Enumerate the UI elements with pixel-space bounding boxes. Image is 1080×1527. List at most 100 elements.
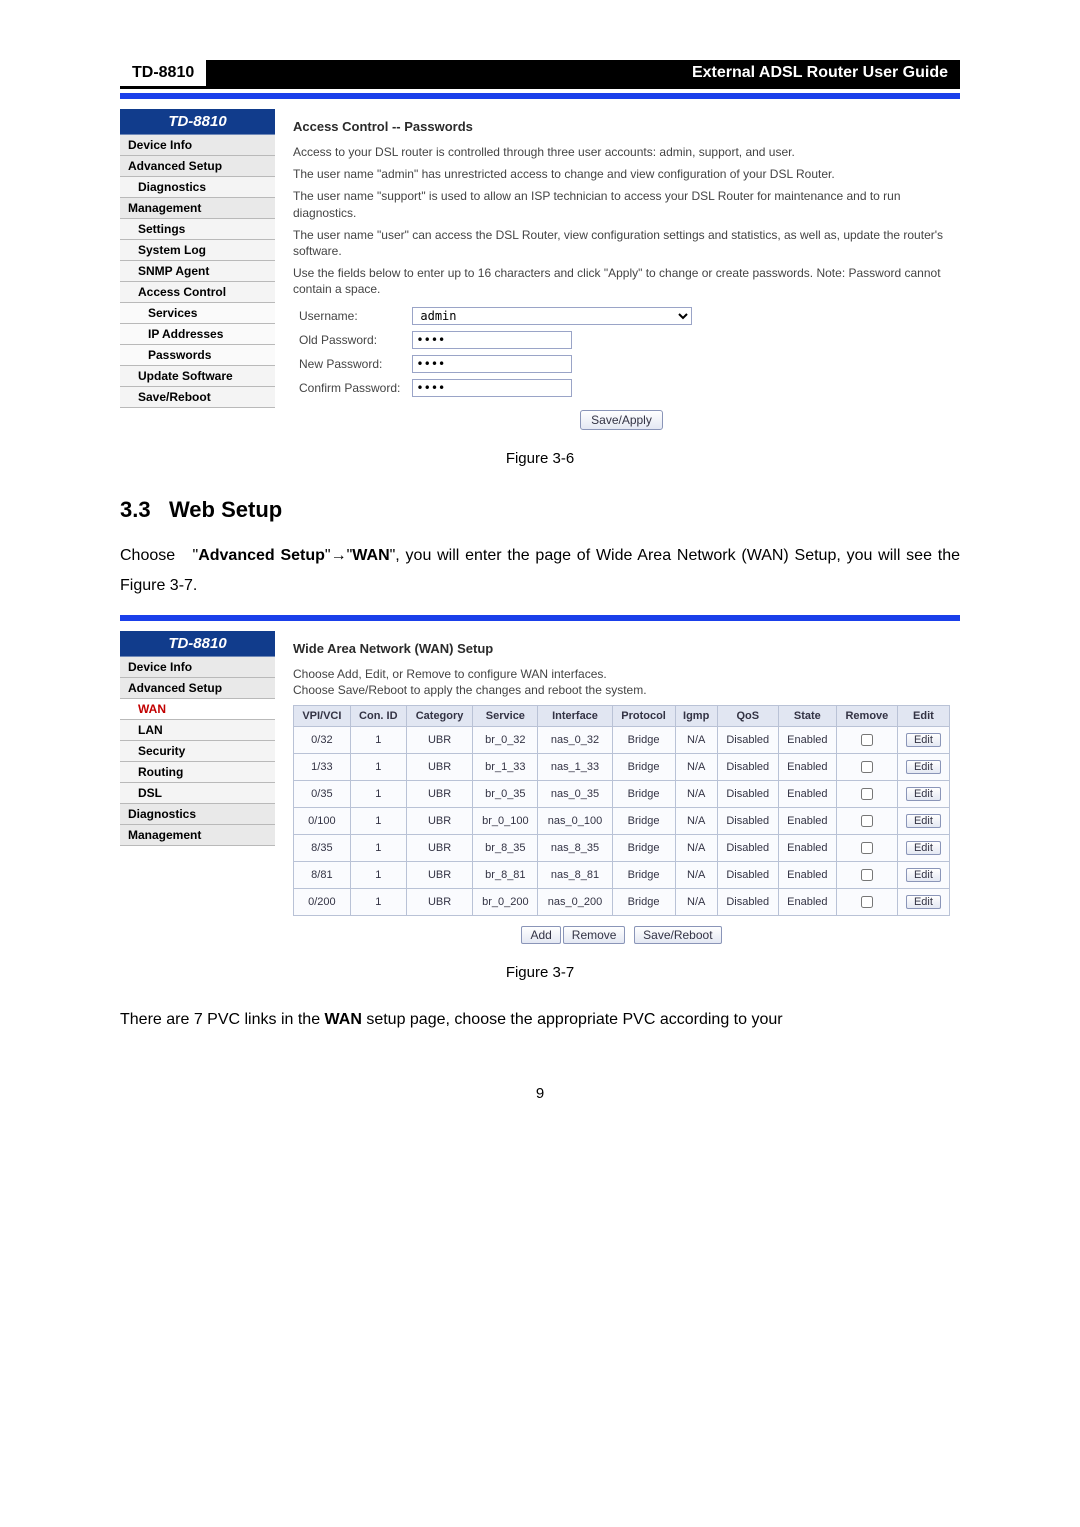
label-new-password: New Password: xyxy=(293,352,406,376)
router-sidebar: TD-8810 Device Info Advanced Setup Diagn… xyxy=(120,109,275,442)
add-button[interactable]: Add xyxy=(521,926,560,944)
table-cell: N/A xyxy=(675,888,717,915)
table-cell: N/A xyxy=(675,834,717,861)
remove-cell xyxy=(836,753,897,780)
remove-checkbox[interactable] xyxy=(861,815,873,827)
table-cell: nas_1_33 xyxy=(538,753,612,780)
table-cell: Disabled xyxy=(717,726,778,753)
table-cell: br_0_200 xyxy=(473,888,538,915)
sidebar2-lan[interactable]: LAN xyxy=(120,720,275,741)
table-cell: 0/32 xyxy=(294,726,351,753)
table-cell: Enabled xyxy=(778,807,836,834)
table-cell: Enabled xyxy=(778,888,836,915)
edit-button[interactable]: Edit xyxy=(906,733,941,747)
table-cell: N/A xyxy=(675,780,717,807)
wan-text-1: Choose Add, Edit, or Remove to configure… xyxy=(293,666,950,682)
wan-col-header: VPI/VCI xyxy=(294,705,351,726)
remove-checkbox[interactable] xyxy=(861,734,873,746)
table-cell: Enabled xyxy=(778,753,836,780)
remove-checkbox[interactable] xyxy=(861,842,873,854)
username-select[interactable]: admin xyxy=(412,307,692,325)
figure-3-7: TD-8810 Device Info Advanced Setup WAN L… xyxy=(120,631,960,955)
old-password-input[interactable] xyxy=(412,331,572,349)
edit-button[interactable]: Edit xyxy=(906,760,941,774)
edit-button[interactable]: Edit xyxy=(906,868,941,882)
save-apply-button[interactable]: Save/Apply xyxy=(580,410,663,430)
wan-col-header: QoS xyxy=(717,705,778,726)
sidebar2-routing[interactable]: Routing xyxy=(120,762,275,783)
table-cell: 1 xyxy=(350,807,406,834)
passwords-panel: Access Control -- Passwords Access to yo… xyxy=(275,109,960,442)
table-cell: Disabled xyxy=(717,834,778,861)
wan-col-header: Service xyxy=(473,705,538,726)
remove-checkbox[interactable] xyxy=(861,761,873,773)
sidebar2-dsl[interactable]: DSL xyxy=(120,783,275,804)
edit-cell: Edit xyxy=(897,753,949,780)
section-number: 3.3 xyxy=(120,497,151,522)
table-cell: Bridge xyxy=(612,780,675,807)
sidebar2-advanced-setup[interactable]: Advanced Setup xyxy=(120,678,275,699)
edit-button[interactable]: Edit xyxy=(906,895,941,909)
wan-panel: Wide Area Network (WAN) Setup Choose Add… xyxy=(275,631,960,955)
sidebar-item-ip-addresses[interactable]: IP Addresses xyxy=(120,324,275,345)
sidebar2-device-info[interactable]: Device Info xyxy=(120,657,275,678)
sidebar-item-access-control[interactable]: Access Control xyxy=(120,282,275,303)
remove-checkbox[interactable] xyxy=(861,869,873,881)
wan-col-header: Category xyxy=(406,705,472,726)
page-header: TD-8810 External ADSL Router User Guide xyxy=(120,60,960,89)
sidebar-item-save-reboot[interactable]: Save/Reboot xyxy=(120,387,275,408)
table-row: 0/321UBRbr_0_32nas_0_32BridgeN/ADisabled… xyxy=(294,726,950,753)
body-paragraph-2: There are 7 PVC links in the WAN setup p… xyxy=(120,1005,960,1035)
sidebar-item-passwords[interactable]: Passwords xyxy=(120,345,275,366)
confirm-password-input[interactable] xyxy=(412,379,572,397)
remove-checkbox[interactable] xyxy=(861,788,873,800)
table-row: 0/351UBRbr_0_35nas_0_35BridgeN/ADisabled… xyxy=(294,780,950,807)
wan-table: VPI/VCICon. IDCategoryServiceInterfacePr… xyxy=(293,705,950,916)
sidebar-item-advanced-setup[interactable]: Advanced Setup xyxy=(120,156,275,177)
edit-button[interactable]: Edit xyxy=(906,841,941,855)
table-row: 1/331UBRbr_1_33nas_1_33BridgeN/ADisabled… xyxy=(294,753,950,780)
sidebar2-security[interactable]: Security xyxy=(120,741,275,762)
sidebar-item-device-info[interactable]: Device Info xyxy=(120,135,275,156)
page-number: 9 xyxy=(120,1085,960,1102)
panel-text-4: The user name "user" can access the DSL … xyxy=(293,227,950,259)
sidebar-item-snmp-agent[interactable]: SNMP Agent xyxy=(120,261,275,282)
sidebar-item-services[interactable]: Services xyxy=(120,303,275,324)
table-cell: UBR xyxy=(406,726,472,753)
table-cell: Bridge xyxy=(612,753,675,780)
figure-3-6-caption: Figure 3-6 xyxy=(120,450,960,467)
remove-checkbox[interactable] xyxy=(861,896,873,908)
edit-button[interactable]: Edit xyxy=(906,787,941,801)
label-confirm-password: Confirm Password: xyxy=(293,376,406,400)
new-password-input[interactable] xyxy=(412,355,572,373)
label-old-password: Old Password: xyxy=(293,328,406,352)
sidebar-item-update-software[interactable]: Update Software xyxy=(120,366,275,387)
sidebar-item-management[interactable]: Management xyxy=(120,198,275,219)
remove-button[interactable]: Remove xyxy=(563,926,626,944)
save-reboot-button[interactable]: Save/Reboot xyxy=(634,926,721,944)
table-cell: 1 xyxy=(350,888,406,915)
table-cell: UBR xyxy=(406,834,472,861)
table-cell: Bridge xyxy=(612,861,675,888)
sidebar-item-diagnostics[interactable]: Diagnostics xyxy=(120,177,275,198)
password-form: Username: admin Old Password: New Passwo… xyxy=(293,304,698,400)
table-cell: Enabled xyxy=(778,726,836,753)
table-cell: UBR xyxy=(406,888,472,915)
table-cell: nas_0_200 xyxy=(538,888,612,915)
table-cell: 0/35 xyxy=(294,780,351,807)
table-cell: Bridge xyxy=(612,726,675,753)
sidebar2-diagnostics[interactable]: Diagnostics xyxy=(120,804,275,825)
remove-cell xyxy=(836,726,897,753)
table-cell: N/A xyxy=(675,726,717,753)
remove-cell xyxy=(836,780,897,807)
sidebar2-wan[interactable]: WAN xyxy=(120,699,275,720)
wan-col-header: Protocol xyxy=(612,705,675,726)
sidebar-item-system-log[interactable]: System Log xyxy=(120,240,275,261)
table-cell: N/A xyxy=(675,807,717,834)
table-cell: Enabled xyxy=(778,780,836,807)
table-cell: 1/33 xyxy=(294,753,351,780)
sidebar2-management[interactable]: Management xyxy=(120,825,275,846)
sidebar-item-settings[interactable]: Settings xyxy=(120,219,275,240)
wan-button-row: AddRemove Save/Reboot xyxy=(293,926,950,944)
edit-button[interactable]: Edit xyxy=(906,814,941,828)
